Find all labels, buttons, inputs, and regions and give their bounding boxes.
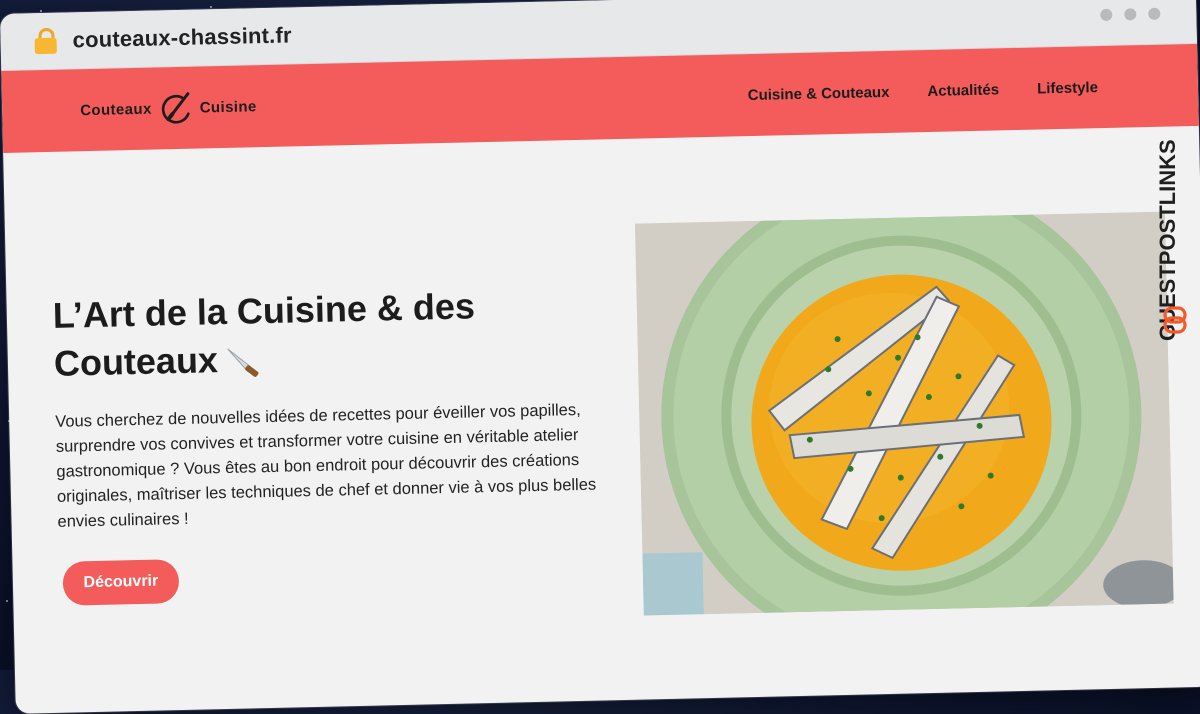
hero-section: L’Art de la Cuisine & des Couteaux Vous … <box>3 126 1200 713</box>
hero-title: L’Art de la Cuisine & des Couteaux <box>52 280 574 388</box>
hero-description: Vous cherchez de nouvelles idées de rece… <box>55 400 597 531</box>
browser-window: couteaux-chassint.fr Couteaux Cuisine Cu… <box>0 0 1200 714</box>
logo-word-right: Cuisine <box>199 97 257 116</box>
window-controls <box>1100 7 1161 22</box>
menu-item-lifestyle[interactable]: Lifestyle <box>1037 79 1098 97</box>
lock-icon <box>34 27 57 55</box>
window-dot-icon[interactable] <box>1100 8 1113 22</box>
window-dot-icon[interactable] <box>1148 7 1161 20</box>
knife-icon <box>227 349 259 378</box>
address-bar[interactable]: couteaux-chassint.fr <box>72 22 292 53</box>
main-menu: Cuisine & Couteaux Actualités Lifestyle <box>747 46 1099 136</box>
discover-button[interactable]: Découvrir <box>62 559 180 606</box>
dish-photo <box>634 211 1174 616</box>
watermark-text: GUESTPOSTLINKS <box>1158 139 1180 341</box>
window-dot-icon[interactable] <box>1124 8 1137 21</box>
logo-word-left: Couteaux <box>80 100 152 119</box>
menu-item-cuisine-couteaux[interactable]: Cuisine & Couteaux <box>748 83 890 103</box>
site-logo[interactable]: Couteaux Cuisine <box>80 88 257 128</box>
guestpostlinks-watermark: GUESTPOSTLINKS <box>1158 139 1187 341</box>
knife-circle-logo-icon <box>161 92 190 124</box>
menu-item-actualites[interactable]: Actualités <box>927 81 999 100</box>
